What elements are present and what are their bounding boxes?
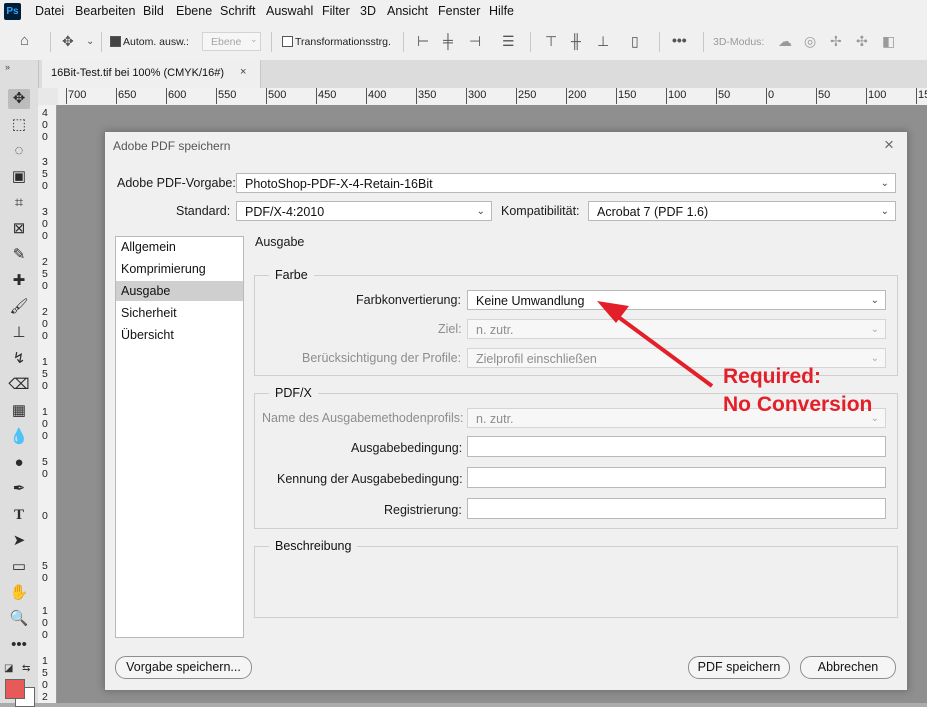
arrow-shaft: [615, 314, 714, 388]
annotation-text: Required: No Conversion: [723, 363, 872, 419]
annotation-arrow: [597, 301, 714, 388]
annotation-line-1: Required:: [723, 365, 822, 388]
annotation-line-2: No Conversion: [723, 393, 873, 416]
